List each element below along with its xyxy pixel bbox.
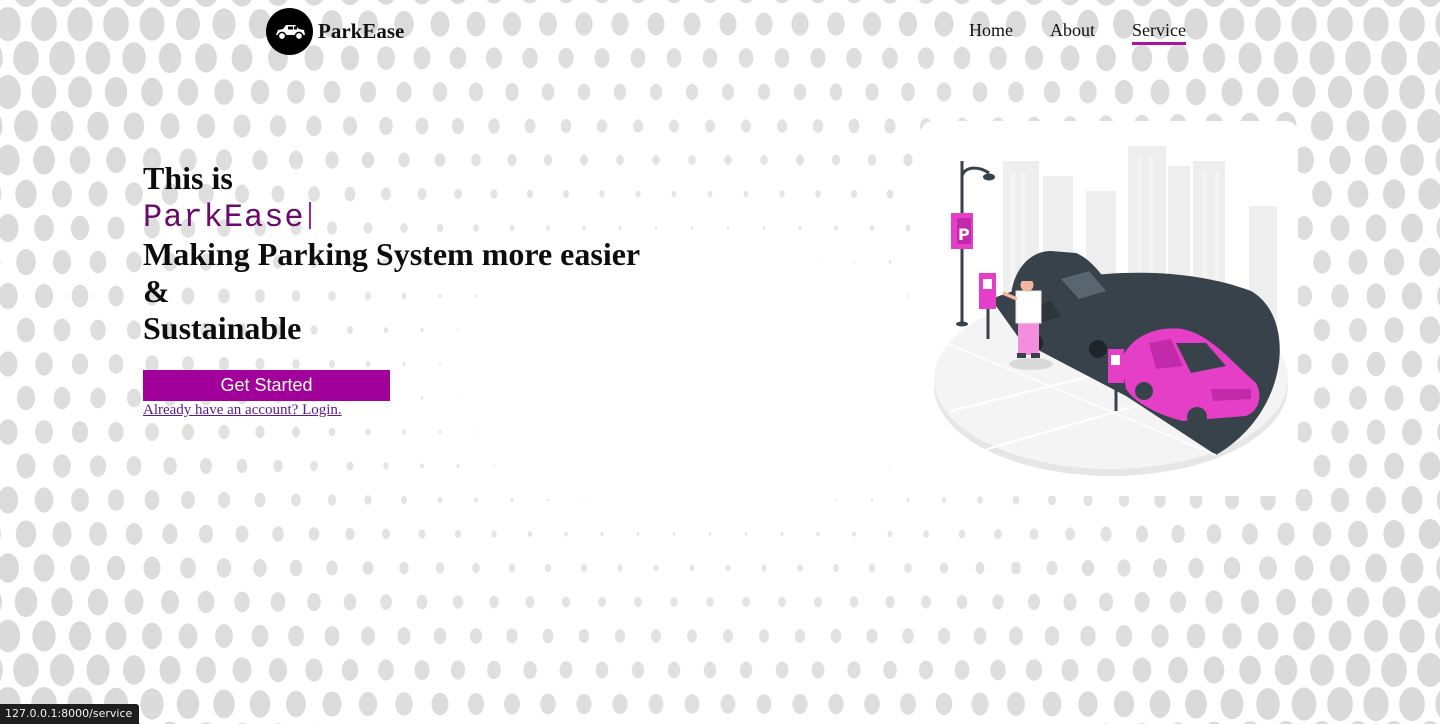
hero-section: This is ParkEase Making Parking System m… [143, 160, 703, 419]
parking-illustration: P [921, 121, 1298, 496]
typing-cursor [308, 202, 311, 229]
svg-text:P: P [958, 225, 970, 244]
hero-line-intro: This is [143, 160, 233, 196]
hero-line-ampersand: & [143, 273, 170, 309]
login-link[interactable]: Already have an account? Login. [143, 402, 342, 419]
hero-heading: This is ParkEase Making Parking System m… [143, 160, 703, 347]
navbar: ParkEase Home About Service [0, 0, 1440, 62]
hero-line-tagline: Making Parking System more easier [143, 236, 641, 272]
parking-sign: P [951, 213, 973, 249]
nav-home-link[interactable]: Home [969, 20, 1013, 45]
nav-links: Home About Service [969, 20, 1186, 45]
typed-brand-text: ParkEase [143, 199, 305, 236]
nav-service-link[interactable]: Service [1132, 20, 1186, 45]
nav-about-link[interactable]: About [1050, 20, 1095, 45]
car-icon [266, 8, 313, 55]
brand-name: ParkEase [318, 19, 405, 43]
hero-line-sustainable: Sustainable [143, 310, 302, 346]
get-started-button[interactable]: Get Started [143, 370, 390, 401]
brand-logo-link[interactable]: ParkEase [266, 8, 404, 55]
status-bar-url: 127.0.0.1:8000/service [0, 704, 140, 724]
page: ParkEase Home About Service This is Park… [0, 0, 1440, 724]
